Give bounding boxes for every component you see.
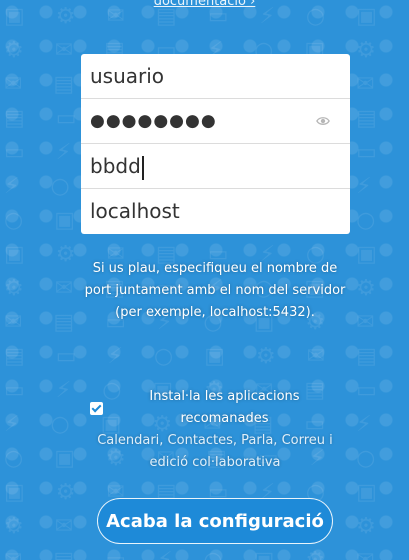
username-value: usuario (90, 64, 165, 88)
database-name-value: bbdd (90, 144, 144, 188)
database-form: usuario ●●●●●●●● bbdd localhost (81, 54, 350, 234)
documentation-link[interactable]: documentació › (0, 0, 409, 9)
install-apps-label[interactable]: Instal·la les aplicacions recomanades (109, 386, 340, 430)
recommended-apps-list: Calendari, Contactes, Parla, Correu i ed… (97, 433, 333, 470)
database-host-field[interactable]: localhost (81, 189, 350, 234)
checkmark-icon[interactable] (90, 401, 103, 415)
recommended-apps: Instal·la les aplicacions recomanades Ca… (90, 386, 340, 474)
port-hint-text: Si us plau, especifiqueu el nombre de po… (84, 261, 346, 320)
database-host-value: localhost (90, 199, 180, 223)
eye-icon[interactable] (316, 114, 330, 128)
text-caret (141, 155, 144, 180)
password-field[interactable]: ●●●●●●●● (81, 99, 350, 144)
install-apps-option[interactable]: Instal·la les aplicacions recomanades (90, 386, 340, 430)
username-field[interactable]: usuario (81, 54, 350, 99)
finish-setup-button[interactable]: Acaba la configuració (97, 498, 333, 544)
password-value: ●●●●●●●● (90, 111, 217, 131)
database-name-field[interactable]: bbdd (81, 144, 350, 189)
